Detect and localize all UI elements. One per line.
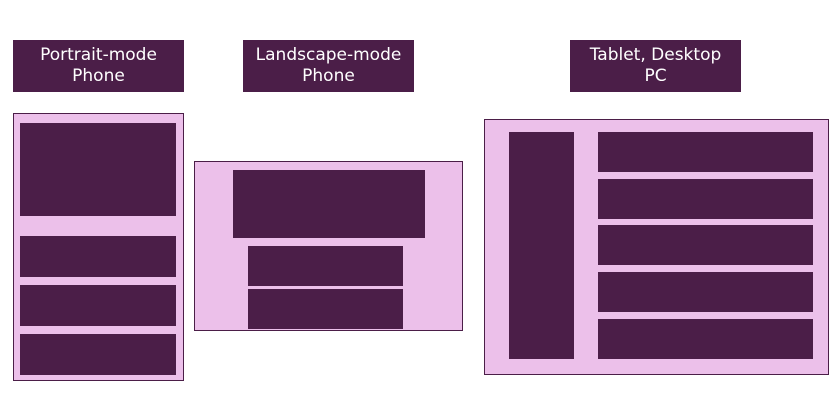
- landscape-phone-label: Landscape-mode Phone: [243, 40, 414, 92]
- portrait-list-row: [20, 236, 176, 277]
- desktop-content-row: [598, 319, 813, 359]
- landscape-phone-frame: [194, 161, 463, 331]
- portrait-phone-label: Portrait-mode Phone: [13, 40, 184, 92]
- desktop-content-row: [598, 179, 813, 219]
- landscape-list-row: [248, 289, 403, 329]
- portrait-phone-frame: [13, 113, 184, 381]
- landscape-list-row: [248, 246, 403, 286]
- desktop-content-row: [598, 225, 813, 265]
- portrait-list-row: [20, 334, 176, 375]
- tablet-desktop-label: Tablet, Desktop PC: [570, 40, 741, 92]
- tablet-desktop-label-line2: PC: [644, 66, 667, 86]
- portrait-list-row: [20, 285, 176, 326]
- desktop-content-row: [598, 272, 813, 312]
- desktop-sidebar-block: [509, 132, 574, 359]
- tablet-desktop-frame: [484, 119, 829, 375]
- landscape-phone-label-line2: Phone: [302, 66, 355, 86]
- portrait-header-block: [20, 123, 176, 216]
- landscape-header-block: [233, 170, 425, 238]
- portrait-phone-label-line2: Phone: [72, 66, 125, 86]
- tablet-desktop-label-line1: Tablet, Desktop: [589, 45, 722, 65]
- landscape-phone-label-line1: Landscape-mode: [255, 45, 402, 65]
- desktop-content-row: [598, 132, 813, 172]
- portrait-phone-label-line1: Portrait-mode: [40, 45, 157, 65]
